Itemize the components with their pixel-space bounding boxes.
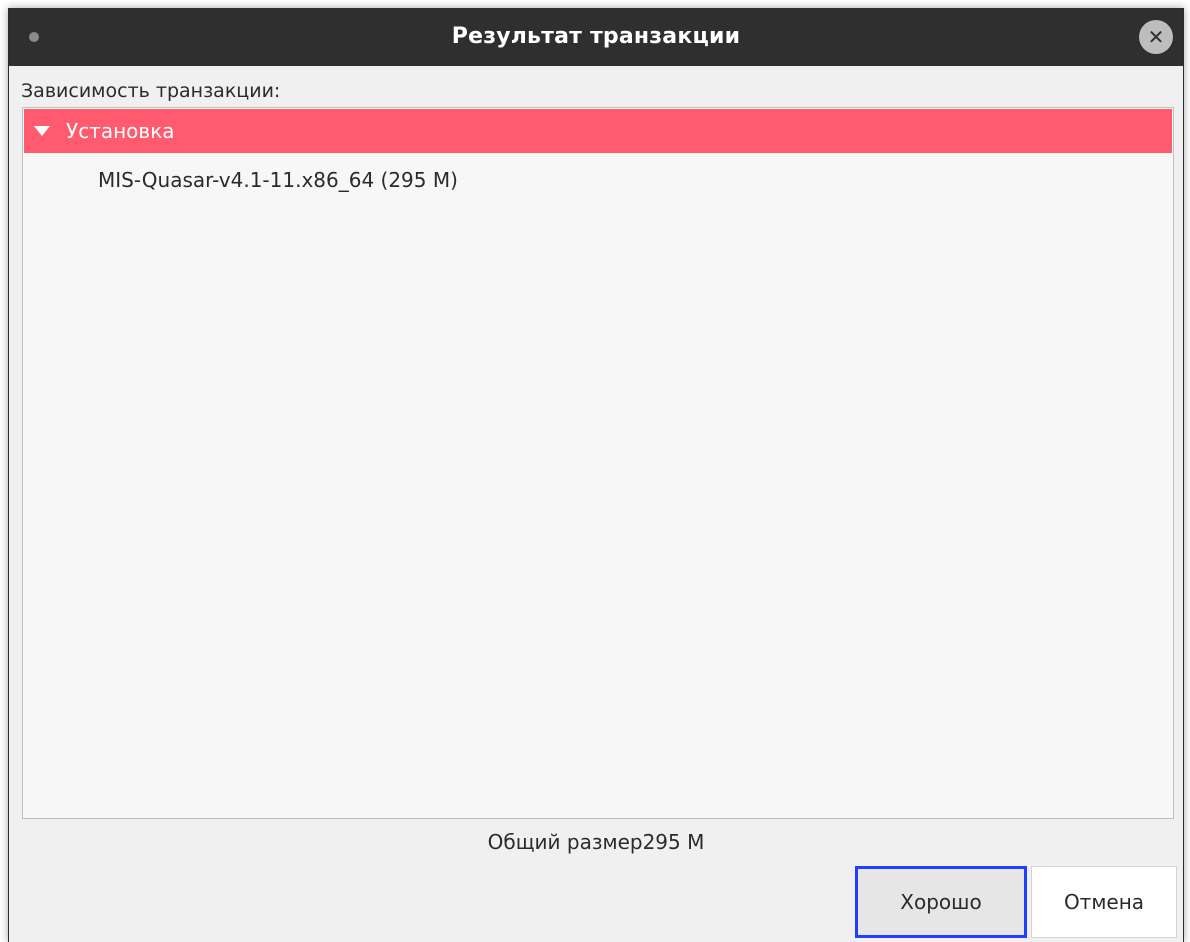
dependencies-tree[interactable]: Установка MIS-Quasar-v4.1-11.x86_64 (295… [22, 107, 1174, 819]
total-size-text: Общий размер295 M [487, 830, 705, 854]
dependencies-label: Зависимость транзакции: [21, 80, 281, 102]
package-label: MIS-Quasar-v4.1-11.x86_64 (295 M) [98, 168, 458, 192]
tree-row[interactable]: MIS-Quasar-v4.1-11.x86_64 (295 M) [24, 158, 1172, 202]
tree-group-install[interactable]: Установка [24, 109, 1172, 153]
transaction-result-dialog: Результат транзакции ✕ Зависимость транз… [8, 8, 1184, 942]
triangle-down-icon[interactable] [34, 126, 50, 136]
ok-button[interactable]: Хорошо [855, 866, 1027, 938]
tree-group-label: Установка [66, 119, 175, 143]
dialog-title: Результат транзакции [451, 24, 741, 49]
close-button[interactable]: ✕ [1139, 20, 1173, 54]
close-icon: ✕ [1147, 25, 1165, 49]
title-bar: Результат транзакции ✕ [9, 8, 1183, 66]
cancel-button[interactable]: Отмена [1031, 866, 1177, 938]
